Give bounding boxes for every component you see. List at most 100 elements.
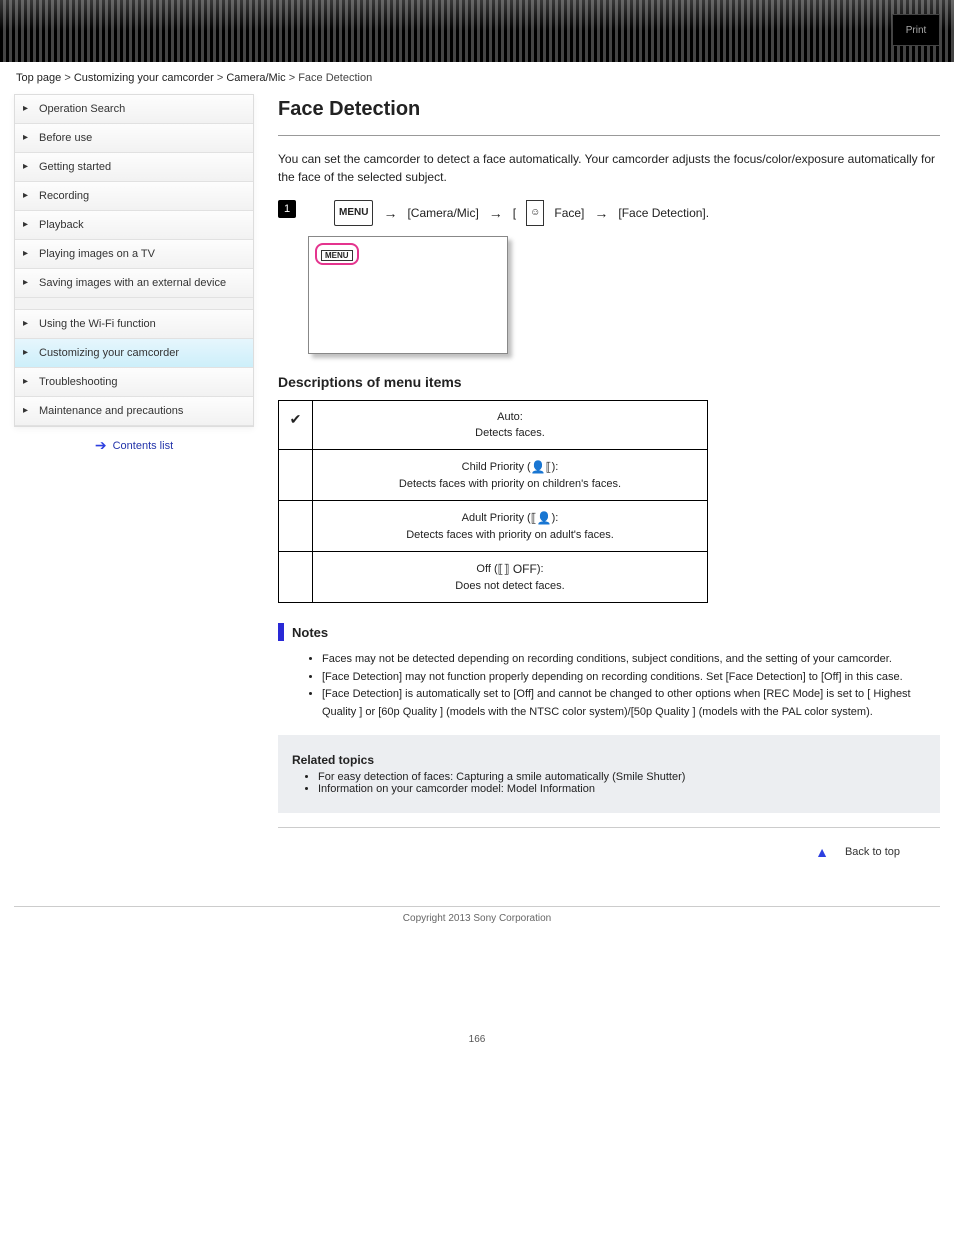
breadcrumb-subsection[interactable]: Camera/Mic	[226, 72, 285, 84]
sidebar-item-before-use[interactable]: Before use	[15, 124, 253, 153]
breadcrumb-section[interactable]: Customizing your camcorder	[74, 72, 214, 84]
seq-face: Face]	[554, 202, 584, 224]
separator	[278, 827, 940, 828]
table-row-auto: ✔ Auto: Detects faces.	[279, 401, 708, 450]
sidebar-item-label: Maintenance and precautions	[39, 405, 183, 417]
check-cell	[279, 501, 313, 552]
page-title: Face Detection	[278, 98, 940, 121]
option-cell: Child Priority (👤⟦): Detects faces with …	[313, 450, 708, 501]
arrow-right-icon: ➔	[95, 437, 107, 454]
sidebar: Operation Search Before use Getting star…	[14, 94, 254, 427]
check-icon: ✔	[290, 411, 302, 427]
option-cell: Adult Priority (⟦👤): Detects faces with …	[313, 501, 708, 552]
breadcrumb-top[interactable]: Top page	[16, 72, 61, 84]
option-cell: Off (⟦⟧ OFF): Does not detect faces.	[313, 552, 708, 603]
arrow-icon: →	[594, 202, 608, 224]
sidebar-item-label: Using the Wi-Fi function	[39, 318, 156, 330]
footer-links: ▲ Back to top	[278, 838, 940, 866]
check-cell	[279, 552, 313, 603]
check-cell	[279, 450, 313, 501]
footer-separator	[14, 906, 940, 907]
sidebar-item-label: Troubleshooting	[39, 376, 117, 388]
up-triangle-icon: ▲	[815, 844, 829, 860]
copyright: Copyright 2013 Sony Corporation	[0, 913, 954, 924]
step-1: 1 MENU → [Camera/Mic] → [ ☺ Face] → [Fac…	[278, 200, 940, 226]
arrow-icon: →	[383, 202, 397, 224]
adult-desc: Detects faces with priority on adult's f…	[321, 529, 699, 541]
intro-text: You can set the camcorder to detect a fa…	[278, 150, 940, 186]
sidebar-item-playback[interactable]: Playback	[15, 211, 253, 240]
sidebar-item-label: Getting started	[39, 161, 111, 173]
face-category-icon: ☺	[526, 200, 544, 226]
off-desc: Does not detect faces.	[321, 580, 699, 592]
lcd-menu-icon: MENU	[321, 250, 353, 261]
child-line2: ):	[552, 461, 559, 473]
notes-heading: Notes	[278, 623, 940, 641]
sidebar-item-playing-tv[interactable]: Playing images on a TV	[15, 240, 253, 269]
lcd-screenshot: MENU	[308, 236, 508, 354]
related-item: Information on your camcorder model: Mod…	[318, 783, 930, 795]
notes-bar-icon	[278, 623, 284, 641]
lcd-menu-highlight: MENU	[315, 243, 359, 265]
header-bar: Print	[0, 0, 954, 62]
sidebar-item-label: Customizing your camcorder	[39, 347, 179, 359]
adult-line2: ):	[552, 512, 559, 524]
sidebar-item-getting-started[interactable]: Getting started	[15, 153, 253, 182]
sidebar-item-customizing[interactable]: Customizing your camcorder	[15, 339, 253, 368]
table-row-adult: Adult Priority (⟦👤): Detects faces with …	[279, 501, 708, 552]
note-item: [Face Detection] is automatically set to…	[322, 686, 940, 721]
title-underline	[278, 135, 940, 136]
table-row-child: Child Priority (👤⟦): Detects faces with …	[279, 450, 708, 501]
seq-face-detection: [Face Detection].	[618, 202, 709, 224]
breadcrumb: Top page > Customizing your camcorder > …	[0, 62, 954, 84]
contents-list-link[interactable]: ➔ Contents list	[14, 427, 254, 464]
notes-heading-label: Notes	[292, 625, 328, 640]
check-cell: ✔	[279, 401, 313, 450]
sidebar-item-maintenance[interactable]: Maintenance and precautions	[15, 397, 253, 426]
content-area: Face Detection You can set the camcorder…	[278, 94, 940, 866]
face-off-icon: ⟦⟧ OFF	[498, 562, 537, 576]
sidebar-item-troubleshooting[interactable]: Troubleshooting	[15, 368, 253, 397]
step-number-icon: 1	[278, 200, 296, 218]
sidebar-item-saving-external[interactable]: Saving images with an external device	[15, 269, 253, 298]
adult-priority-icon: ⟦👤	[531, 511, 552, 525]
adult-label: Adult Priority	[462, 512, 524, 524]
print-label: Print	[906, 25, 927, 36]
menu-sequence: MENU → [Camera/Mic] → [ ☺ Face] → [Face …	[334, 200, 709, 226]
sidebar-item-label: Operation Search	[39, 103, 125, 115]
auto-label: Auto:	[497, 411, 523, 423]
child-label: Child Priority	[462, 461, 524, 473]
note-item: Faces may not be detected depending on r…	[322, 651, 940, 669]
print-button[interactable]: Print	[892, 14, 940, 46]
child-priority-icon: 👤⟦	[531, 460, 552, 474]
related-item: For easy detection of faces: Capturing a…	[318, 771, 930, 783]
sidebar-wrap: Operation Search Before use Getting star…	[14, 94, 254, 464]
sidebar-item-label: Before use	[39, 132, 92, 144]
related-heading: Related topics	[288, 753, 930, 767]
sidebar-item-operation-search[interactable]: Operation Search	[15, 95, 253, 124]
sidebar-item-label: Playback	[39, 219, 84, 231]
related-topics-box: Related topics For easy detection of fac…	[278, 735, 940, 813]
related-list: For easy detection of faces: Capturing a…	[318, 771, 930, 795]
menu-button-icon: MENU	[334, 200, 373, 226]
options-table: ✔ Auto: Detects faces. Child Priority (👤…	[278, 400, 708, 603]
back-to-top-link[interactable]: Back to top	[845, 846, 900, 858]
arrow-icon: →	[489, 202, 503, 224]
off-label: Off (	[476, 563, 497, 575]
sidebar-item-recording[interactable]: Recording	[15, 182, 253, 211]
page-number: 166	[0, 1034, 954, 1045]
table-row-off: Off (⟦⟧ OFF): Does not detect faces.	[279, 552, 708, 603]
sidebar-item-wifi[interactable]: Using the Wi-Fi function	[15, 310, 253, 339]
sidebar-spacer	[15, 298, 253, 310]
option-cell: Auto: Detects faces.	[313, 401, 708, 450]
auto-desc: Detects faces.	[321, 427, 699, 439]
contents-list-label: Contents list	[113, 440, 174, 452]
off-line2: ):	[537, 563, 544, 575]
sidebar-item-label: Playing images on a TV	[39, 248, 155, 260]
seq-bracket-open: [	[513, 202, 516, 224]
child-desc: Detects faces with priority on children'…	[321, 478, 699, 490]
breadcrumb-current: Face Detection	[298, 72, 372, 84]
seq-camera-mic: [Camera/Mic]	[407, 202, 478, 224]
sidebar-item-label: Saving images with an external device	[39, 277, 226, 289]
note-item: [Face Detection] may not function proper…	[322, 669, 940, 687]
